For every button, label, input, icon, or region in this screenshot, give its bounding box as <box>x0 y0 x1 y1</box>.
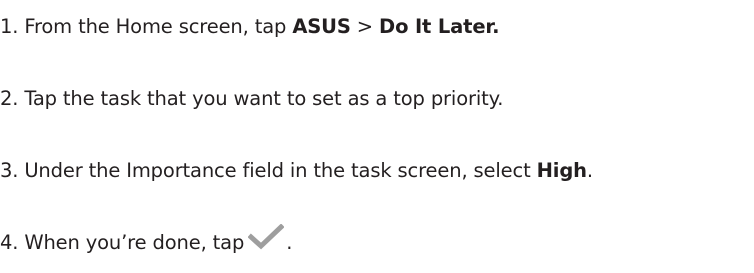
step-4-text: When you’re done, tap <box>24 231 245 254</box>
step-2-number: 2. <box>0 87 19 110</box>
step-1-do-it-later: Do It Later. <box>379 15 500 38</box>
step-2-text: Tap the task that you want to set as a t… <box>24 87 504 110</box>
checkmark-icon <box>247 222 285 258</box>
step-1-number: 1. <box>0 15 19 38</box>
step-2: 2. Tap the task that you want to set as a… <box>0 85 503 113</box>
step-4: 4. When you’re done, tap. <box>0 222 293 258</box>
step-3-high: High <box>536 159 587 182</box>
step-3-number: 3. <box>0 159 19 182</box>
step-3-text: Under the Importance field in the task s… <box>24 159 537 182</box>
step-4-period: . <box>286 231 293 254</box>
step-1-asus: ASUS <box>292 15 351 38</box>
step-4-number: 4. <box>0 231 19 254</box>
step-3-period: . <box>586 159 593 182</box>
step-1: 1. From the Home screen, tap ASUS > Do It… <box>0 13 500 41</box>
step-3: 3. Under the Importance field in the task… <box>0 157 593 185</box>
step-1-separator: > <box>350 15 380 38</box>
step-1-text: From the Home screen, tap <box>24 15 293 38</box>
